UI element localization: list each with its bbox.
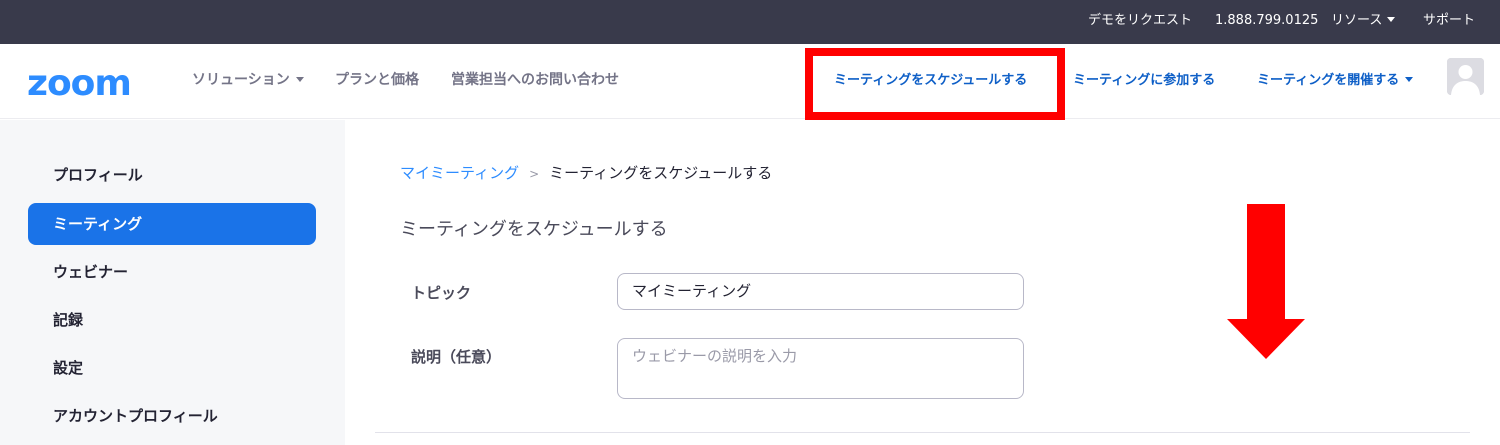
user-avatar[interactable] (1447, 58, 1484, 95)
breadcrumb-my-meetings-link[interactable]: マイミーティング (400, 164, 519, 182)
sidebar-item-recordings[interactable]: 記録 (28, 299, 316, 341)
sidebar-item-account-profile[interactable]: アカウントプロフィール (28, 395, 316, 437)
sidebar-item-profile[interactable]: プロフィール (28, 154, 316, 196)
solutions-menu[interactable]: ソリューション (192, 44, 304, 119)
sidebar-item-meetings[interactable]: ミーティング (28, 203, 316, 245)
arrow-down-icon (1227, 204, 1305, 359)
description-label: 説明（任意） (411, 348, 502, 366)
main-navigation: zoom ソリューション プランと価格 営業担当へのお問い合わせ ミーティングを… (0, 44, 1500, 119)
host-meeting-label: ミーティングを開催する (1257, 73, 1400, 88)
solutions-label: ソリューション (192, 72, 290, 88)
section-divider (375, 432, 1470, 433)
topic-input[interactable]: マイミーティング (617, 273, 1024, 310)
contact-sales-link[interactable]: 営業担当へのお問い合わせ (451, 44, 619, 119)
sidebar-item-settings[interactable]: 設定 (28, 347, 316, 389)
zoom-logo[interactable]: zoom (27, 64, 132, 104)
host-meeting-menu[interactable]: ミーティングを開催する (1257, 44, 1414, 119)
resources-menu[interactable]: リソース (1331, 0, 1396, 44)
topic-label: トピック (411, 284, 472, 302)
user-silhouette-icon (1447, 58, 1484, 95)
highlight-annotation-box (805, 48, 1065, 120)
description-textarea[interactable]: ウェビナーの説明を入力 (617, 338, 1024, 399)
join-meeting-link[interactable]: ミーティングに参加する (1073, 44, 1215, 119)
breadcrumb-current: ミーティングをスケジュールする (549, 164, 773, 182)
breadcrumb-separator: > (529, 167, 540, 181)
demo-request-link[interactable]: デモをリクエスト (1088, 0, 1192, 44)
page-title: ミーティングをスケジュールする (400, 219, 668, 240)
support-link[interactable]: サポート (1423, 0, 1475, 44)
resources-label: リソース (1331, 13, 1383, 28)
chevron-down-icon (1387, 17, 1396, 22)
chevron-down-icon (295, 77, 304, 82)
breadcrumb: マイミーティング > ミーティングをスケジュールする (400, 162, 772, 183)
top-utility-bar: デモをリクエスト 1.888.799.0125 リソース サポート (0, 0, 1500, 44)
plans-pricing-link[interactable]: プランと価格 (335, 44, 419, 119)
sidebar-item-webinars[interactable]: ウェビナー (28, 251, 316, 293)
chevron-down-icon (1405, 77, 1414, 82)
phone-number-link[interactable]: 1.888.799.0125 (1215, 0, 1318, 44)
